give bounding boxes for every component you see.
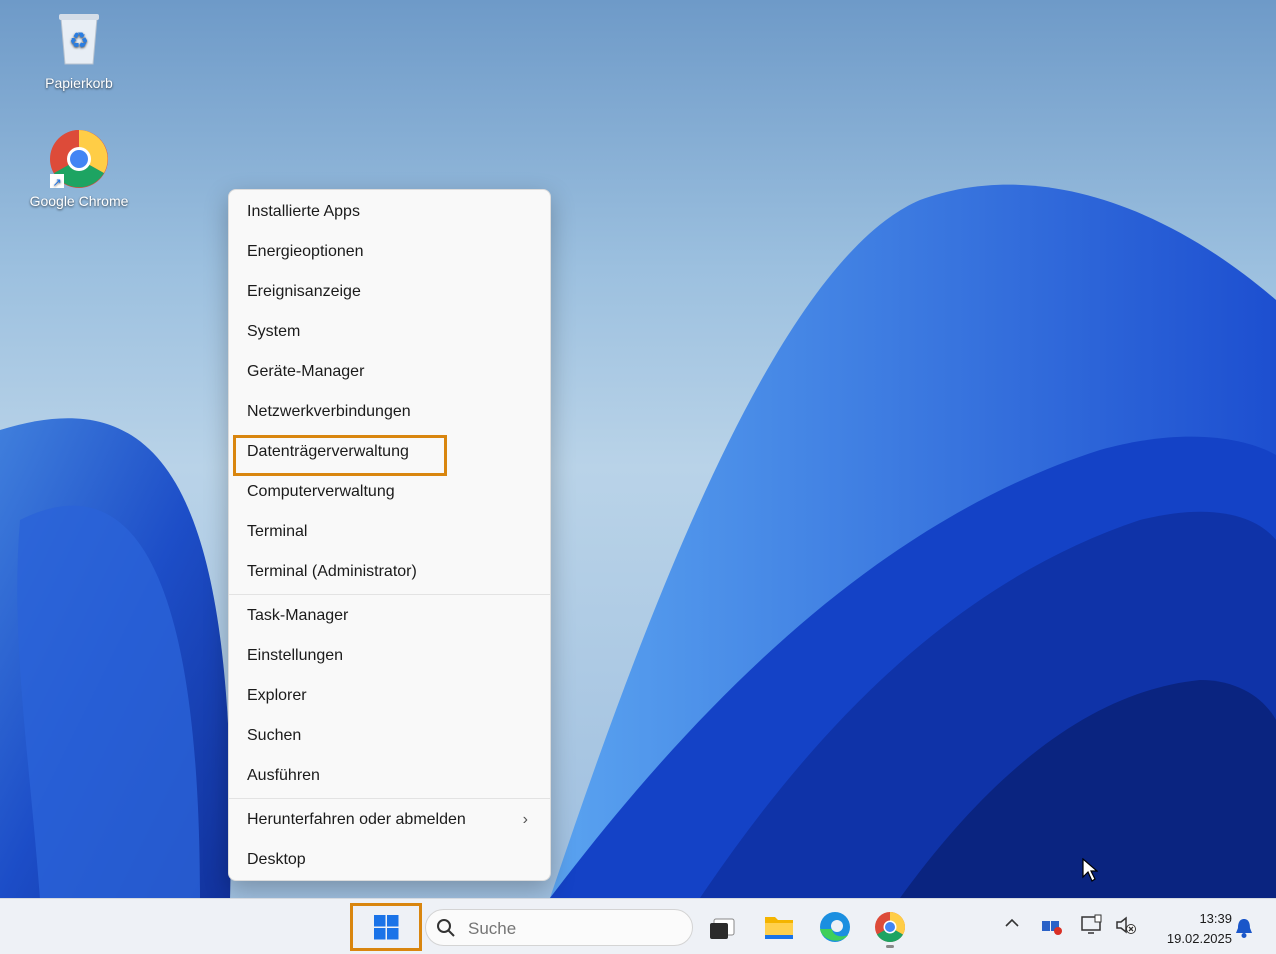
menu-item-installed-apps[interactable]: Installierte Apps bbox=[235, 195, 544, 229]
menu-item-shutdown-signout[interactable]: Herunterfahren oder abmelden › bbox=[235, 803, 544, 837]
task-view-icon bbox=[710, 918, 735, 939]
taskbar-search-box[interactable] bbox=[425, 909, 693, 946]
desktop[interactable]: ♻ Papierkorb ↗ Google Chrome bbox=[0, 0, 1276, 898]
recycle-bin-icon: ♻ bbox=[59, 14, 99, 65]
speaker-muted-icon[interactable] bbox=[1114, 913, 1138, 940]
menu-item-device-manager[interactable]: Geräte-Manager bbox=[235, 355, 544, 389]
menu-item-disk-management[interactable]: Datenträgerverwaltung bbox=[235, 435, 544, 469]
mouse-cursor-icon bbox=[1082, 858, 1098, 882]
power-user-context-menu: Installierte Apps Energieoptionen Ereign… bbox=[228, 189, 551, 881]
start-button[interactable] bbox=[364, 905, 408, 949]
menu-item-event-viewer[interactable]: Ereignisanzeige bbox=[235, 275, 544, 309]
menu-item-terminal-admin[interactable]: Terminal (Administrator) bbox=[235, 555, 544, 589]
chrome-icon bbox=[875, 912, 906, 948]
desktop-icon-chrome[interactable]: ↗ Google Chrome bbox=[24, 128, 134, 209]
menu-separator bbox=[229, 798, 550, 799]
file-explorer-icon bbox=[765, 917, 793, 939]
display-icon[interactable] bbox=[1080, 913, 1104, 940]
menu-item-label: Herunterfahren oder abmelden bbox=[247, 811, 466, 828]
edge-icon bbox=[820, 912, 850, 942]
chrome-icon: ↗ bbox=[50, 130, 108, 189]
menu-item-desktop[interactable]: Desktop bbox=[235, 843, 544, 877]
taskbar: 13:39 19.02.2025 bbox=[0, 898, 1276, 954]
search-icon bbox=[437, 919, 455, 937]
wallpaper-bloom bbox=[0, 184, 1276, 898]
menu-separator bbox=[229, 594, 550, 595]
menu-item-system[interactable]: System bbox=[235, 315, 544, 349]
desktop-icon-label: Papierkorb bbox=[45, 75, 113, 91]
menu-item-run[interactable]: Ausführen bbox=[235, 759, 544, 793]
desktop-icon-recycle-bin[interactable]: ♻ Papierkorb bbox=[24, 10, 134, 91]
task-view-button[interactable] bbox=[700, 905, 744, 949]
clock-time: 13:39 bbox=[1199, 911, 1232, 926]
file-explorer-button[interactable] bbox=[757, 905, 801, 949]
menu-item-search[interactable]: Suchen bbox=[235, 719, 544, 753]
bell-icon[interactable] bbox=[1234, 917, 1254, 942]
clock-date: 19.02.2025 bbox=[1166, 931, 1232, 946]
desktop-icon-label: Google Chrome bbox=[29, 193, 129, 209]
svg-text:♻: ♻ bbox=[69, 29, 89, 54]
taskbar-clock[interactable]: 13:39 19.02.2025 bbox=[1146, 909, 1232, 949]
menu-item-task-manager[interactable]: Task-Manager bbox=[235, 599, 544, 633]
chevron-up-icon[interactable] bbox=[1004, 915, 1020, 934]
menu-item-computer-management[interactable]: Computerverwaltung bbox=[235, 475, 544, 509]
network-adapter-icon[interactable] bbox=[1040, 915, 1064, 938]
windows-start-icon bbox=[374, 915, 399, 940]
menu-item-network-connections[interactable]: Netzwerkverbindungen bbox=[235, 395, 544, 429]
menu-item-explorer[interactable]: Explorer bbox=[235, 679, 544, 713]
chrome-taskbar-button[interactable] bbox=[868, 905, 912, 949]
edge-button[interactable] bbox=[813, 905, 857, 949]
chevron-right-icon: › bbox=[522, 811, 528, 828]
menu-item-terminal[interactable]: Terminal bbox=[235, 515, 544, 549]
svg-text:↗: ↗ bbox=[52, 176, 61, 189]
menu-item-settings[interactable]: Einstellungen bbox=[235, 639, 544, 673]
menu-item-power-options[interactable]: Energieoptionen bbox=[235, 235, 544, 269]
search-input[interactable] bbox=[466, 917, 670, 941]
